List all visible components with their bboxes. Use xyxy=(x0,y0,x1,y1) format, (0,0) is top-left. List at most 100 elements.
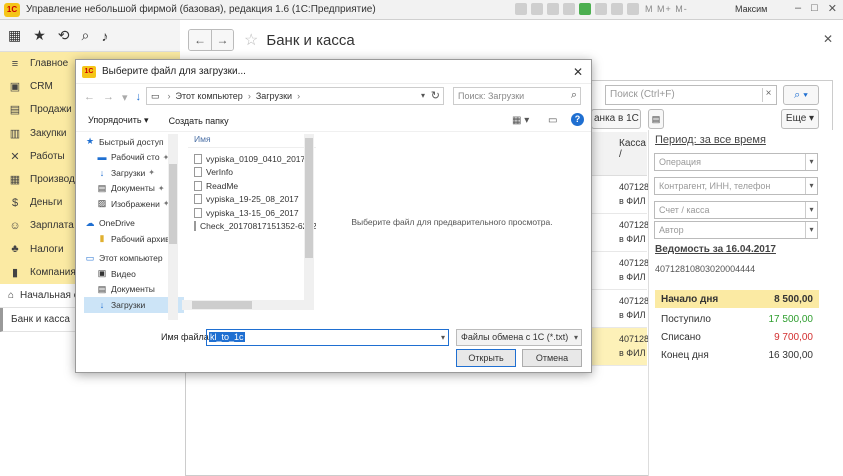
dropdown-icon[interactable]: ▾ xyxy=(805,154,817,170)
maximize-icon[interactable]: □ xyxy=(811,2,818,15)
scrollbar-thumb[interactable] xyxy=(192,301,252,309)
account-filter[interactable]: Счет / касса ▾ xyxy=(654,201,818,219)
file-item[interactable]: Check_20170817151352-6282 xyxy=(188,220,316,234)
dropdown-icon[interactable]: ▾ xyxy=(805,202,817,218)
file-item[interactable]: vypiska_0109_0410_2017 xyxy=(188,152,316,166)
statement-link[interactable]: Ведомость за 16.04.2017 xyxy=(655,244,776,255)
period-link[interactable]: Период: за все время xyxy=(655,134,766,146)
counterparty-filter[interactable]: Контрагент, ИНН, телефон ▾ xyxy=(654,177,818,195)
page-close-icon[interactable]: ✕ xyxy=(823,32,833,46)
nav-scrollbar[interactable] xyxy=(168,134,178,320)
column-header-name[interactable]: Имя xyxy=(188,134,316,148)
filetype-select[interactable]: Файлы обмена с 1С (*.txt) ▾ xyxy=(456,329,582,346)
dropdown-icon[interactable]: ▾ xyxy=(805,222,817,238)
window-title: Управление небольшой фирмой (базовая), р… xyxy=(26,4,376,15)
save-icon[interactable] xyxy=(579,3,591,15)
back-arrow-icon[interactable]: ← xyxy=(84,91,95,104)
breadcrumb-downloads[interactable]: Загрузки xyxy=(256,91,292,101)
file-item[interactable]: vypiska_19-25_08_2017 xyxy=(188,193,316,207)
address-bar[interactable]: ▭ › Этот компьютер › Загрузки › ▾ ↻ xyxy=(146,87,444,105)
chevron-down-icon[interactable]: ▾ xyxy=(574,333,578,342)
dialog-buttons: Открыть Отмена xyxy=(76,348,591,372)
cloud-icon: ☁ xyxy=(85,217,95,228)
window-titlebar: 1С Управление небольшой фирмой (базовая)… xyxy=(0,0,843,20)
dialog-close-icon[interactable]: ✕ xyxy=(573,65,583,79)
file-icon xyxy=(194,153,202,164)
dialog-search-input[interactable]: Поиск: Загрузки ⌕ xyxy=(453,87,581,105)
search-button[interactable]: ⌕ ▾ xyxy=(783,85,819,105)
more-button[interactable]: Еще ▾ xyxy=(781,109,819,129)
chevron-down-icon[interactable]: ▾ xyxy=(421,91,425,100)
dropdown-icon[interactable]: ▾ xyxy=(805,178,817,194)
breadcrumb-separator: › xyxy=(167,91,171,101)
forward-arrow-icon[interactable]: → xyxy=(103,91,114,104)
recent-dropdown-icon[interactable]: ▾ xyxy=(122,91,128,104)
table-row[interactable]: 407128 в ФИЛ xyxy=(591,176,649,214)
file-item[interactable]: vypiska_13-15_06_2017 xyxy=(188,206,316,220)
column-header-cash[interactable]: Касса / xyxy=(591,132,647,176)
account-number: 40712810803020004444 xyxy=(655,264,756,274)
table-row[interactable]: 407128 в ФИЛ xyxy=(591,252,649,290)
favorites-star-icon[interactable]: ★ xyxy=(33,27,46,44)
chevron-down-icon[interactable]: ▾ xyxy=(441,333,445,342)
breadcrumb-computer[interactable]: Этот компьютер xyxy=(176,91,243,101)
minimize-icon[interactable]: – xyxy=(795,2,801,15)
balance-outcome: Списано 9 700,00 xyxy=(661,331,813,343)
forward-arrow-icon[interactable]: → xyxy=(211,30,233,50)
window-controls: – □ ✕ xyxy=(795,2,837,15)
cancel-button[interactable]: Отмена xyxy=(522,349,582,367)
help-icon[interactable]: ? xyxy=(571,113,584,126)
view-options-icon[interactable]: ▦ ▾ xyxy=(512,115,529,126)
operation-filter[interactable]: Операция ▾ xyxy=(654,153,818,171)
list-search-input[interactable]: Поиск (Ctrl+F) × xyxy=(605,85,777,105)
titlebar-tools xyxy=(515,3,639,15)
command-bar: Упорядочить ▾ Создать папку ▦ ▾ ▭ ? xyxy=(76,110,591,132)
computer-icon: ▭ xyxy=(151,90,160,101)
balance-end: Конец дня 16 300,00 xyxy=(661,349,813,361)
history-icon[interactable]: ⟲ xyxy=(58,27,70,44)
table-row[interactable]: 407128 в ФИЛ xyxy=(591,290,649,328)
preview-pane-icon[interactable]: ▭ xyxy=(548,115,557,126)
pin-icon: ✦ xyxy=(148,168,155,178)
search-icon[interactable]: ⌕ xyxy=(82,27,90,44)
document-icon[interactable]: ▤ xyxy=(648,109,664,129)
file-item[interactable]: VerInfo xyxy=(188,166,316,180)
memory-buttons[interactable]: M M+ M- xyxy=(645,4,688,14)
file-list-scrollbar[interactable] xyxy=(304,134,314,310)
favorite-star-icon[interactable]: ☆ xyxy=(244,30,258,50)
up-arrow-icon[interactable]: ↓ xyxy=(136,91,142,104)
tool-icon[interactable] xyxy=(595,3,607,15)
page-header: ← → ☆ Банк и касса ✕ xyxy=(180,20,843,60)
tool-icon[interactable] xyxy=(627,3,639,15)
organize-button[interactable]: Упорядочить ▾ xyxy=(88,115,149,126)
clear-icon[interactable]: × xyxy=(762,88,774,102)
open-button[interactable]: Открыть xyxy=(456,349,516,367)
table-row[interactable]: 407128 в ФИЛ xyxy=(591,328,649,366)
scrollbar-thumb[interactable] xyxy=(305,138,313,258)
close-icon[interactable]: ✕ xyxy=(828,2,837,15)
tool-icon[interactable] xyxy=(563,3,575,15)
file-icon xyxy=(194,221,196,232)
apps-grid-icon[interactable]: ▦ xyxy=(8,27,21,44)
tool-icon[interactable] xyxy=(531,3,543,15)
refresh-icon[interactable]: ↻ xyxy=(431,89,440,102)
tool-icon[interactable] xyxy=(611,3,623,15)
address-row: ← → ▾ ↓ ▭ › Этот компьютер › Загрузки › … xyxy=(76,84,591,110)
filename-input[interactable]: kl_to_1c ▾ xyxy=(206,329,449,346)
file-item[interactable]: ReadMe xyxy=(188,179,316,193)
table-row[interactable]: 407128 в ФИЛ xyxy=(591,214,649,252)
page-title: Банк и касса xyxy=(266,31,355,49)
back-arrow-icon[interactable]: ← xyxy=(189,30,211,50)
scrollbar-thumb[interactable] xyxy=(169,164,177,244)
dialog-nav: ← → ▾ ↓ xyxy=(84,91,141,104)
author-filter[interactable]: Автор ▾ xyxy=(654,221,818,239)
file-list-hscrollbar[interactable] xyxy=(182,300,312,310)
bell-icon[interactable]: ♪ xyxy=(101,28,108,44)
file-list: Имя vypiska_0109_0410_2017 VerInfo ReadM… xyxy=(188,134,316,304)
new-folder-button[interactable]: Создать папку xyxy=(169,116,229,126)
tool-icon[interactable] xyxy=(515,3,527,15)
tool-icon[interactable] xyxy=(547,3,559,15)
user-name[interactable]: Максим xyxy=(735,4,767,14)
bank-to-1c-button[interactable]: анка в 1С xyxy=(591,109,641,129)
images-icon: ▨ xyxy=(97,198,107,209)
